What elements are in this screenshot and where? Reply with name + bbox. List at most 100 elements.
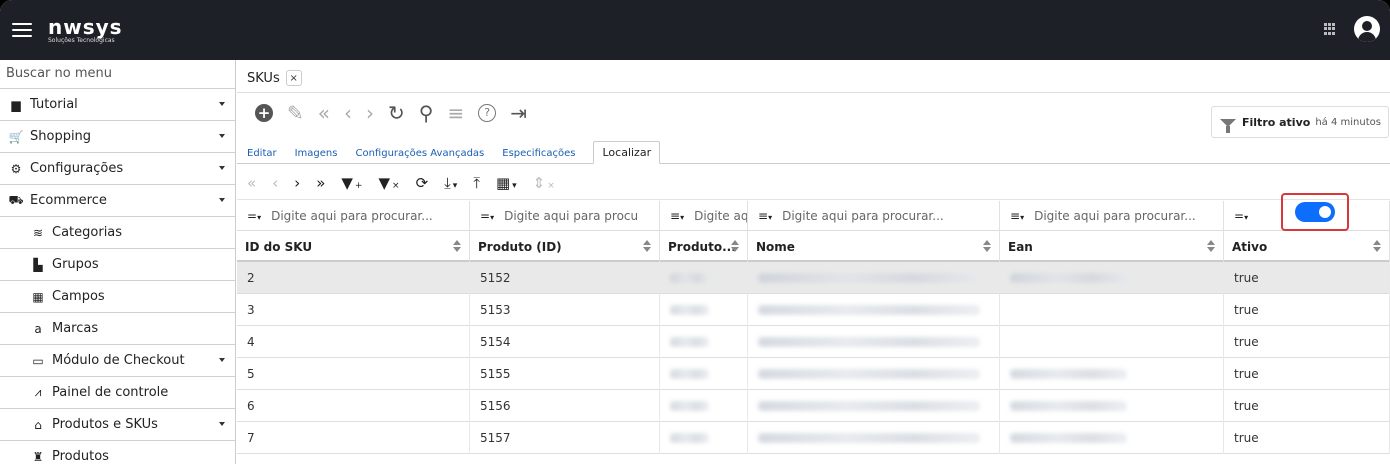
- grid-header-row: ID do SKU Produto (ID) Produto... Nome E…: [237, 231, 1390, 262]
- table-cell: [748, 358, 1000, 390]
- sidebar-item[interactable]: a Marcas: [0, 313, 235, 345]
- book-icon: ▆: [11, 97, 21, 112]
- tab-close-icon[interactable]: ×: [285, 70, 302, 86]
- column-header-produto[interactable]: Produto...: [660, 231, 748, 262]
- filter-operator-button[interactable]: ≡▾: [670, 209, 684, 223]
- table-row[interactable]: 4 5154 true: [237, 326, 1390, 358]
- sort-icon: [453, 239, 461, 253]
- sidebar-item[interactable]: ⩘ Painel de controle: [0, 377, 235, 409]
- filter-operator-button[interactable]: =▾: [247, 209, 261, 223]
- table-cell: 5157: [470, 422, 660, 454]
- table-row[interactable]: 3 5153 true: [237, 294, 1390, 326]
- brand-logo[interactable]: nwsys Soluções Tecnológicas: [48, 17, 123, 44]
- sidebar-item[interactable]: ⌂ Produtos e SKUs: [0, 409, 235, 441]
- tab-imagens[interactable]: Imagens: [295, 148, 348, 163]
- filter-input-ean[interactable]: Digite aqui para procurar...: [1034, 209, 1196, 223]
- redacted-value: [1010, 273, 1128, 283]
- reload-grid-button[interactable]: ⟳: [416, 174, 429, 192]
- column-header-ean[interactable]: Ean: [1000, 231, 1224, 262]
- import-button[interactable]: ⤒: [473, 174, 480, 192]
- filter-operator-button[interactable]: ≡▾: [758, 209, 772, 223]
- column-header-nome[interactable]: Nome: [748, 231, 1000, 262]
- download-icon: ⤓ ▾: [444, 173, 458, 192]
- table-row[interactable]: 5 5155 true: [237, 358, 1390, 390]
- sidebar-item[interactable]: ⛟ Ecommerce: [0, 185, 235, 217]
- filter-operator-button[interactable]: =▾: [480, 209, 494, 223]
- tab-especificacoes[interactable]: Especificações: [502, 148, 585, 163]
- chart-line-icon: ⩘: [34, 385, 42, 399]
- add-filter-button[interactable]: ▼ +: [341, 174, 362, 192]
- last-page-button[interactable]: »: [316, 174, 325, 192]
- list-button[interactable]: ≡: [447, 100, 464, 126]
- column-header-produto-id[interactable]: Produto (ID): [470, 231, 660, 262]
- next-record-button[interactable]: ›: [366, 100, 374, 126]
- double-chevron-right-icon: »: [316, 173, 326, 192]
- search-icon: ⚲: [418, 101, 434, 125]
- caret-down-icon: [219, 134, 225, 138]
- active-filter-chip[interactable]: Filtro ativo há 4 minutos ×: [1211, 106, 1389, 138]
- tab-localizar[interactable]: Localizar: [593, 141, 661, 164]
- sidebar-item[interactable]: ≋ Categorias: [0, 217, 235, 249]
- sidebar-item[interactable]: ▭ Módulo de Checkout: [0, 345, 235, 377]
- sidebar-item[interactable]: ▆ Tutorial: [0, 89, 235, 121]
- filter-operator-button[interactable]: ≡▾: [1010, 209, 1024, 223]
- redacted-value: [670, 369, 709, 379]
- next-page-button[interactable]: ›: [294, 174, 300, 192]
- sidebar-item[interactable]: ▙ Grupos: [0, 249, 235, 281]
- cart-icon: 🛒: [8, 129, 24, 144]
- filter-status: Filtro ativo: [1242, 115, 1311, 129]
- sidebar-item[interactable]: ▦ Campos: [0, 281, 235, 313]
- apps-grid-icon[interactable]: [1324, 23, 1336, 35]
- export-button[interactable]: ⤓ ▾: [444, 174, 457, 192]
- first-page-button[interactable]: «: [247, 174, 256, 192]
- prev-page-button[interactable]: ‹: [272, 174, 278, 192]
- redacted-value: [1010, 433, 1128, 443]
- filter-input-id[interactable]: Digite aqui para procurar...: [271, 209, 433, 223]
- caret-down-icon: [219, 166, 225, 170]
- tab-editar[interactable]: Editar: [247, 148, 287, 163]
- column-header-id[interactable]: ID do SKU: [237, 231, 470, 262]
- menu-toggle-icon[interactable]: [12, 23, 32, 37]
- refresh-button[interactable]: ↻: [388, 100, 405, 126]
- card-icon: ▭: [32, 353, 44, 368]
- exit-button[interactable]: ⇥: [510, 100, 527, 126]
- table-cell: 5154: [470, 326, 660, 358]
- warehouse-icon: ⌂: [34, 417, 42, 432]
- search-button[interactable]: ⚲: [419, 100, 434, 126]
- user-avatar-icon[interactable]: [1354, 16, 1380, 42]
- filter-operator-button[interactable]: =▾: [1234, 209, 1248, 223]
- table-row[interactable]: 2 5152 true: [237, 262, 1390, 294]
- filter-input-produto[interactable]: Digite aqui para procurar...: [694, 209, 747, 223]
- table-cell: [748, 326, 1000, 358]
- edit-button[interactable]: ✎: [287, 100, 304, 126]
- add-button[interactable]: +: [255, 100, 273, 126]
- table-cell: [748, 422, 1000, 454]
- tab-configuracoes-avancadas[interactable]: Configurações Avançadas: [355, 148, 494, 163]
- filter-icon: [1220, 119, 1236, 133]
- sidebar-item[interactable]: ⚙ Configurações: [0, 153, 235, 185]
- table-row[interactable]: 6 5156 true: [237, 390, 1390, 422]
- tab-skus[interactable]: SKUs ×: [243, 64, 308, 92]
- table-row[interactable]: 7 5157 true: [237, 422, 1390, 454]
- filter-input-nome[interactable]: Digite aqui para procurar...: [782, 209, 944, 223]
- previous-record-button[interactable]: ‹: [344, 100, 352, 126]
- first-record-button[interactable]: «: [318, 100, 330, 126]
- ativo-filter-toggle[interactable]: [1295, 202, 1335, 222]
- sort-icon: [731, 239, 739, 253]
- logo-text: nwsys: [48, 14, 123, 39]
- grid-filter-row: =▾ Digite aqui para procurar... =▾ Digit…: [237, 193, 1390, 231]
- table-cell: 5156: [470, 390, 660, 422]
- sidebar-item[interactable]: ♜ Produtos: [0, 441, 235, 464]
- sidebar-item[interactable]: 🛒 Shopping: [0, 121, 235, 153]
- sort-icon: [1373, 239, 1381, 253]
- redacted-value: [670, 337, 709, 347]
- remove-filter-button[interactable]: ▼ ×: [378, 174, 399, 192]
- sidebar-item-label: Painel de controle: [52, 385, 169, 400]
- filter-input-produto-id[interactable]: Digite aqui para procu: [504, 209, 638, 223]
- help-button[interactable]: ?: [478, 100, 497, 126]
- column-header-ativo[interactable]: Ativo: [1224, 231, 1390, 262]
- chevron-right-icon: ›: [294, 173, 301, 192]
- menu-search-input[interactable]: Buscar no menu: [0, 60, 235, 89]
- columns-button[interactable]: ▦ ▾: [496, 174, 517, 192]
- clear-sort-button[interactable]: ⇕ ×: [533, 174, 555, 192]
